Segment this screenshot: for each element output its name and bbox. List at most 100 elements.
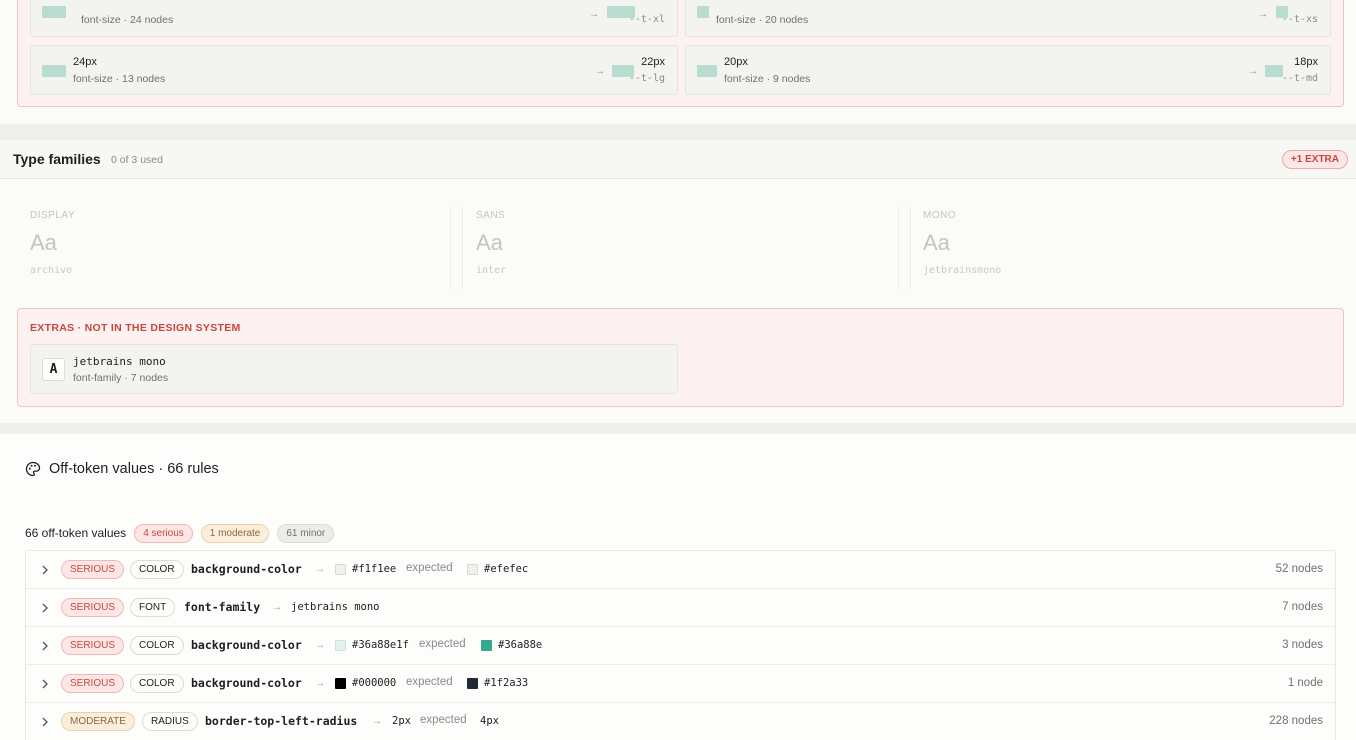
expected-value: #efefec bbox=[484, 563, 529, 575]
expected-label: expected bbox=[419, 638, 466, 650]
size-token: --t-xl bbox=[628, 14, 665, 25]
rule-value: #000000 bbox=[352, 677, 397, 689]
extras-title: EXTRAS · NOT IN THE DESIGN SYSTEM bbox=[30, 322, 241, 334]
family-extras-box: EXTRAS · NOT IN THE DESIGN SYSTEM A jetb… bbox=[17, 308, 1344, 407]
palette-icon bbox=[25, 461, 41, 477]
rule-row[interactable]: SERIOUS COLOR background-color → #f1f1ee… bbox=[26, 551, 1335, 589]
size-meta: font-size · 9 nodes bbox=[724, 73, 811, 85]
type-families-header: Type families 0 of 3 used +1 EXTRA bbox=[0, 140, 1356, 179]
size-swatch bbox=[42, 65, 66, 77]
node-count: 3 nodes bbox=[1282, 639, 1323, 651]
size-value: 24px bbox=[73, 56, 97, 68]
rule-property: background-color bbox=[191, 638, 302, 652]
family-extra-meta: font-family · 7 nodes bbox=[73, 372, 169, 384]
value-swatch bbox=[335, 678, 346, 689]
rule-value: jetbrains mono bbox=[291, 601, 380, 613]
divider bbox=[898, 207, 899, 289]
arrow-icon: → bbox=[1248, 66, 1258, 77]
rule-property: border-top-left-radius bbox=[205, 714, 358, 728]
node-count: 228 nodes bbox=[1269, 715, 1323, 727]
divider bbox=[450, 207, 451, 289]
extra-badge: +1 EXTRA bbox=[1281, 150, 1348, 169]
arrow-icon: → bbox=[315, 678, 325, 689]
arrow-icon: → bbox=[1258, 9, 1268, 20]
expected-swatch bbox=[481, 640, 492, 651]
font-size-extras-box: font-size · 24 nodes → --t-xl font-size … bbox=[17, 0, 1344, 107]
size-value: 20px bbox=[724, 56, 748, 68]
token-value: 18px bbox=[1294, 56, 1318, 68]
family-label: DISPLAY bbox=[30, 210, 75, 221]
size-token: --t-md bbox=[1281, 73, 1318, 84]
expected-swatch bbox=[467, 564, 478, 575]
category-badge: COLOR bbox=[130, 560, 184, 579]
rule-value: #f1f1ee bbox=[352, 563, 397, 575]
expected-value: #36a88e bbox=[498, 639, 543, 651]
rule-row[interactable]: SERIOUS COLOR background-color → #36a88e… bbox=[26, 627, 1335, 665]
count-label: 66 off-token values bbox=[25, 526, 127, 540]
severity-badge: SERIOUS bbox=[61, 560, 125, 579]
value-swatch bbox=[335, 564, 346, 575]
rule-value: 2px bbox=[392, 715, 411, 727]
family-sans: SANS Aa inter bbox=[476, 207, 886, 289]
font-size-extras-panel: font-size · 24 nodes → --t-xl font-size … bbox=[0, 0, 1356, 124]
node-count: 52 nodes bbox=[1275, 563, 1323, 575]
expected-value: 4px bbox=[480, 715, 499, 727]
font-size-extra-card[interactable]: font-size · 24 nodes → --t-xl bbox=[30, 0, 678, 37]
type-families-panel: Type families 0 of 3 used +1 EXTRA DISPL… bbox=[0, 140, 1356, 423]
chevron-right-icon[interactable] bbox=[40, 564, 50, 576]
token-value: 22px bbox=[641, 56, 665, 68]
rule-row[interactable]: SERIOUS FONT font-family → jetbrains mon… bbox=[26, 589, 1335, 627]
expected-swatch bbox=[467, 678, 478, 689]
rule-row[interactable]: MODERATE RADIUS border-top-left-radius →… bbox=[26, 703, 1335, 740]
count-summary: 66 off-token values 4 serious 1 moderate… bbox=[25, 523, 342, 543]
chevron-right-icon[interactable] bbox=[40, 716, 50, 728]
expected-label: expected bbox=[406, 562, 453, 574]
severity-badge: SERIOUS bbox=[61, 598, 125, 617]
font-size-extra-card[interactable]: 20px font-size · 9 nodes → 18px --t-md bbox=[685, 45, 1331, 95]
family-label: SANS bbox=[476, 210, 506, 221]
font-size-extra-card[interactable]: font-size · 20 nodes → --t-xs bbox=[685, 0, 1331, 37]
size-token: --t-lg bbox=[628, 73, 665, 84]
severity-badge: SERIOUS bbox=[61, 636, 125, 655]
family-name: inter bbox=[476, 265, 507, 276]
chevron-right-icon[interactable] bbox=[40, 678, 50, 690]
used-count: 0 of 3 used bbox=[111, 154, 163, 166]
size-swatch bbox=[42, 6, 66, 18]
expected-label: expected bbox=[420, 714, 467, 726]
rule-property: font-family bbox=[184, 600, 261, 614]
value-swatch bbox=[335, 640, 346, 651]
divider bbox=[910, 207, 911, 289]
node-count: 1 node bbox=[1287, 677, 1323, 689]
size-token: --t-xs bbox=[1281, 14, 1318, 25]
arrow-icon: → bbox=[595, 66, 605, 77]
chevron-right-icon[interactable] bbox=[40, 602, 50, 614]
minor-count-badge[interactable]: 61 minor bbox=[277, 523, 335, 543]
divider bbox=[462, 207, 463, 289]
chevron-right-icon[interactable] bbox=[40, 640, 50, 652]
family-sample: Aa bbox=[923, 230, 950, 255]
severity-badge: SERIOUS bbox=[61, 674, 125, 693]
moderate-count-badge[interactable]: 1 moderate bbox=[200, 523, 270, 543]
rule-value: #36a88e1f bbox=[352, 639, 409, 651]
font-glyph-icon: A bbox=[42, 358, 65, 381]
category-badge: COLOR bbox=[130, 636, 184, 655]
family-display: DISPLAY Aa archivo bbox=[30, 207, 440, 289]
section-title: Off-token values · 66 rules bbox=[49, 461, 219, 477]
arrow-icon: → bbox=[372, 716, 382, 727]
token-swatch bbox=[1265, 65, 1283, 77]
rule-property: background-color bbox=[191, 562, 302, 576]
family-extra-name: jetbrains mono bbox=[73, 355, 166, 368]
family-sample: Aa bbox=[30, 230, 57, 255]
size-meta: font-size · 20 nodes bbox=[716, 14, 809, 26]
family-name: jetbrainsmono bbox=[923, 265, 1002, 276]
family-name: archivo bbox=[30, 265, 73, 276]
family-extra-card[interactable]: A jetbrains mono font-family · 7 nodes bbox=[30, 344, 678, 394]
size-meta: font-size · 13 nodes bbox=[73, 73, 166, 85]
serious-count-badge[interactable]: 4 serious bbox=[134, 523, 193, 543]
rule-property: background-color bbox=[191, 676, 302, 690]
size-swatch bbox=[697, 65, 717, 77]
expected-label: expected bbox=[406, 676, 453, 688]
arrow-icon: → bbox=[315, 564, 325, 575]
rule-row[interactable]: SERIOUS COLOR background-color → #000000… bbox=[26, 665, 1335, 703]
font-size-extra-card[interactable]: 24px font-size · 13 nodes → 22px --t-lg bbox=[30, 45, 678, 95]
